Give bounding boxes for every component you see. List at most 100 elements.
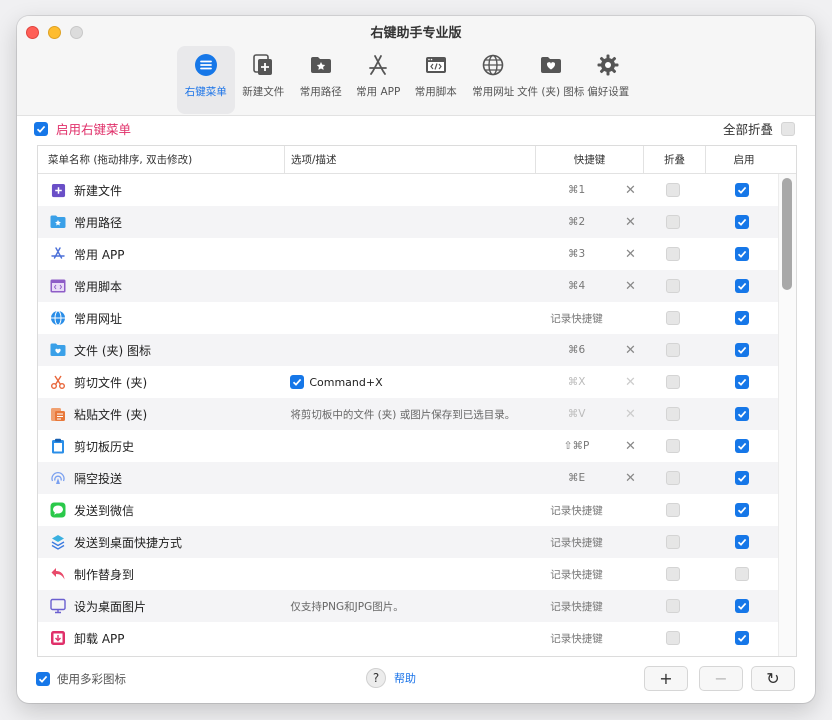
toolbar-item-script[interactable]: 常用脚本 (407, 46, 465, 114)
enable-checkbox[interactable] (735, 407, 750, 421)
table-row[interactable]: 发送到桌面快捷方式 记录快捷键 (38, 526, 780, 558)
toolbar-item-new-file[interactable]: 新建文件 (235, 46, 293, 114)
toolbar-item-label: 常用脚本 (414, 86, 457, 98)
enable-menu-row[interactable]: 启用右键菜单 (34, 119, 131, 138)
remove-button[interactable]: − (699, 666, 743, 691)
toolbar-item-globe[interactable]: 常用网址 (465, 46, 523, 114)
table-row[interactable]: 卸载 APP 记录快捷键 (38, 622, 780, 654)
table-row[interactable]: 制作替身到 记录快捷键 (38, 558, 780, 590)
header-name[interactable]: 菜单名称 (拖动排序, 双击修改) (38, 146, 285, 173)
help-label[interactable]: 帮助 (394, 670, 416, 686)
fold-checkbox[interactable] (666, 279, 681, 293)
table-row[interactable]: 常用网址 记录快捷键 (38, 302, 780, 334)
toolbar-item-gear[interactable]: 偏好设置 (580, 46, 638, 114)
enable-checkbox[interactable] (735, 343, 750, 357)
enable-cell (704, 590, 780, 622)
colorful-icons-checkbox[interactable] (36, 672, 50, 686)
clear-shortcut-icon[interactable]: ✕ (625, 472, 636, 485)
fold-checkbox[interactable] (666, 215, 681, 229)
scroll-thumb[interactable] (782, 178, 792, 290)
toolbar-item-folder-heart[interactable]: 文件 (夹) 图标 (517, 46, 584, 114)
enable-checkbox[interactable] (735, 631, 750, 645)
add-button[interactable]: + (644, 666, 688, 691)
clear-shortcut-icon[interactable]: ✕ (625, 440, 636, 453)
enable-checkbox[interactable] (735, 311, 750, 325)
toolbar-item-app-store[interactable]: 常用 APP (350, 46, 408, 114)
shortcut-field[interactable]: 记录快捷键 (535, 302, 619, 334)
colorful-icons-row[interactable]: 使用多彩图标 (36, 671, 126, 687)
fold-checkbox[interactable] (666, 247, 681, 261)
table-row[interactable]: 粘贴文件 (夹) 将剪切板中的文件 (夹) 或图片保存到已选目录。 ⌘V ✕ (38, 398, 780, 430)
toolbar-item-menu-list[interactable]: 右键菜单 (177, 46, 235, 114)
enable-checkbox[interactable] (735, 439, 750, 453)
help-icon[interactable]: ? (366, 668, 386, 688)
shortcut-field[interactable]: 记录快捷键 (535, 558, 619, 590)
clear-shortcut-icon[interactable]: ✕ (625, 184, 636, 197)
option-checkbox[interactable] (290, 375, 305, 389)
table-row[interactable]: 新建文件 ⌘1 ✕ (38, 174, 780, 206)
header-enable[interactable]: 启用 (706, 146, 782, 173)
table-row[interactable]: 剪切文件 (夹) Command+X ⌘X ✕ (38, 366, 780, 398)
enable-checkbox[interactable] (735, 247, 750, 261)
shortcut-field[interactable]: ⌘X (535, 366, 619, 398)
clear-shortcut-icon[interactable]: ✕ (625, 344, 636, 357)
header-option[interactable]: 选项/描述 (285, 146, 536, 173)
table-row[interactable]: 隔空投送 ⌘E ✕ (38, 462, 780, 494)
toolbar-item-folder-star[interactable]: 常用路径 (292, 46, 350, 114)
shortcut-field[interactable]: ⇧⌘P (535, 430, 619, 462)
table-row[interactable]: 设为桌面图片 仅支持PNG和JPG图片。 记录快捷键 (38, 590, 780, 622)
shortcut-field[interactable]: 记录快捷键 (535, 590, 619, 622)
header-fold[interactable]: 折叠 (644, 146, 706, 173)
table-row[interactable]: 常用路径 ⌘2 ✕ (38, 206, 780, 238)
table-row[interactable]: 常用 APP ⌘3 ✕ (38, 238, 780, 270)
enable-menu-checkbox[interactable] (34, 121, 48, 136)
collapse-all-row[interactable]: 全部折叠 (723, 119, 795, 138)
table-row[interactable]: 常用脚本 ⌘4 ✕ (38, 270, 780, 302)
help-link[interactable]: ? 帮助 (366, 668, 416, 688)
enable-checkbox[interactable] (735, 535, 750, 549)
fold-checkbox[interactable] (666, 375, 681, 389)
shortcut-field[interactable]: ⌘V (535, 398, 619, 430)
fold-checkbox[interactable] (666, 567, 681, 581)
enable-checkbox[interactable] (735, 375, 750, 389)
fold-checkbox[interactable] (666, 535, 681, 549)
fold-checkbox[interactable] (666, 471, 681, 485)
vertical-scrollbar[interactable] (778, 174, 796, 656)
fold-checkbox[interactable] (666, 407, 681, 421)
clear-shortcut-icon[interactable]: ✕ (625, 216, 636, 229)
enable-checkbox[interactable] (735, 599, 750, 613)
refresh-button[interactable]: ↻ (751, 666, 795, 691)
fold-checkbox[interactable] (666, 503, 681, 517)
collapse-all-checkbox[interactable] (781, 121, 795, 136)
shortcut-field[interactable]: 记录快捷键 (535, 622, 619, 654)
table-row[interactable]: 剪切板历史 ⇧⌘P ✕ (38, 430, 780, 462)
row-name: 剪切文件 (夹) (74, 375, 148, 390)
fold-checkbox[interactable] (666, 183, 681, 197)
clear-shortcut-icon[interactable]: ✕ (625, 408, 636, 421)
enable-checkbox[interactable] (735, 215, 750, 229)
shortcut-field[interactable]: ⌘6 (535, 334, 619, 366)
shortcut-field[interactable]: ⌘3 (535, 238, 619, 270)
shortcut-field[interactable]: ⌘4 (535, 270, 619, 302)
fold-checkbox[interactable] (666, 439, 681, 453)
shortcut-field[interactable]: 记录快捷键 (535, 526, 619, 558)
enable-checkbox[interactable] (735, 503, 750, 517)
table-row[interactable]: 发送到微信 记录快捷键 (38, 494, 780, 526)
shortcut-field[interactable]: ⌘2 (535, 206, 619, 238)
clear-shortcut-icon[interactable]: ✕ (625, 376, 636, 389)
enable-checkbox[interactable] (735, 471, 750, 485)
fold-checkbox[interactable] (666, 343, 681, 357)
clear-shortcut-icon[interactable]: ✕ (625, 280, 636, 293)
fold-checkbox[interactable] (666, 311, 681, 325)
table-row[interactable]: 文件 (夹) 图标 ⌘6 ✕ (38, 334, 780, 366)
shortcut-field[interactable]: ⌘E (535, 462, 619, 494)
clear-shortcut-icon[interactable]: ✕ (625, 248, 636, 261)
enable-checkbox[interactable] (735, 183, 750, 197)
shortcut-field[interactable]: 记录快捷键 (535, 494, 619, 526)
fold-checkbox[interactable] (666, 599, 681, 613)
shortcut-field[interactable]: ⌘1 (535, 174, 619, 206)
enable-checkbox[interactable] (735, 279, 750, 293)
fold-checkbox[interactable] (666, 631, 681, 645)
header-shortcut[interactable]: 快捷键 (536, 146, 644, 173)
enable-checkbox[interactable] (735, 567, 750, 581)
